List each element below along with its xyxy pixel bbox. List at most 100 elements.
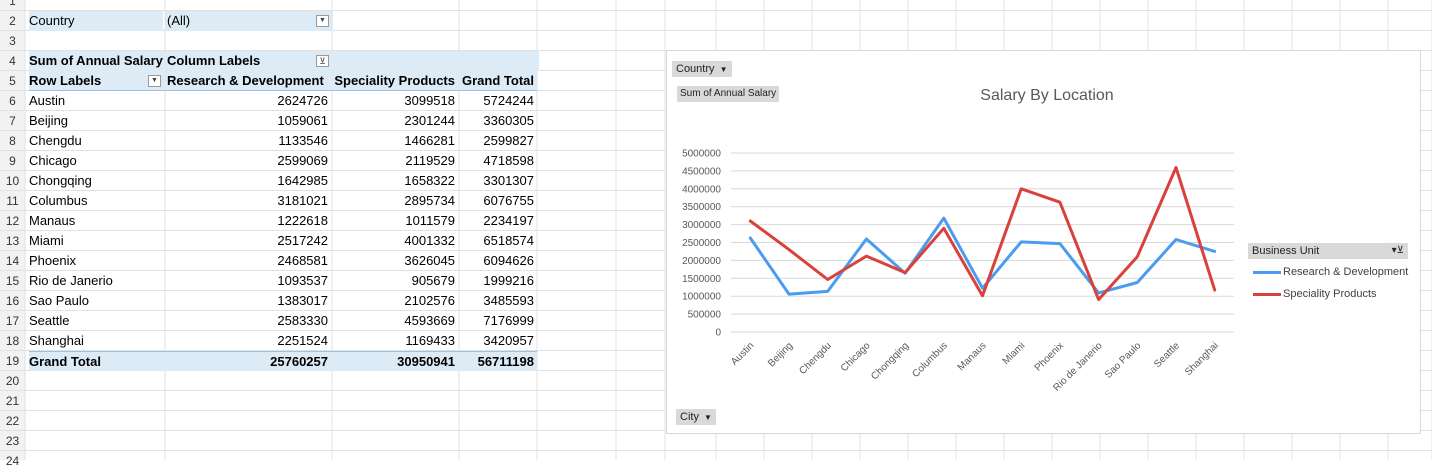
row-number[interactable]: 2 (0, 11, 25, 31)
pivot-cell-rd[interactable]: 1642985 (165, 171, 330, 191)
row-number[interactable]: 18 (0, 331, 25, 351)
row-number[interactable]: 14 (0, 251, 25, 271)
pivot-cell-gt[interactable]: 2599827 (457, 131, 537, 151)
pivot-cell-rd[interactable]: 1383017 (165, 291, 330, 311)
pivot-row-city[interactable]: Seattle (29, 311, 165, 331)
pivot-cell-gt[interactable]: 5724244 (457, 91, 537, 111)
pivot-cell-gt[interactable]: 6094626 (457, 251, 537, 271)
filter-dropdown-icon[interactable]: ▼ (316, 15, 329, 27)
filter-value[interactable]: (All) (165, 11, 333, 31)
pivot-cell-gt[interactable]: 3485593 (457, 291, 537, 311)
grand-total-rd: 25760257 (165, 351, 330, 371)
pivot-row-city[interactable]: Manaus (29, 211, 165, 231)
pivot-cell-sp[interactable]: 2102576 (330, 291, 457, 311)
x-tick-label: Austin (729, 340, 756, 367)
pivot-cell-sp[interactable]: 2119529 (330, 151, 457, 171)
pivot-cell-rd[interactable]: 2599069 (165, 151, 330, 171)
pivot-cell-sp[interactable]: 2301244 (330, 111, 457, 131)
pivot-cell-gt[interactable]: 3301307 (457, 171, 537, 191)
row-number[interactable]: 22 (0, 411, 25, 431)
pivot-chart[interactable]: Country ▼ Sum of Annual Salary Salary By… (666, 50, 1421, 434)
row-number[interactable]: 16 (0, 291, 25, 311)
row-number[interactable]: 20 (0, 371, 25, 391)
chart-city-axis-button[interactable]: City ▼ (676, 409, 716, 425)
legend-item-sp[interactable]: Speciality Products (1253, 287, 1377, 301)
pivot-cell-sp[interactable]: 2895734 (330, 191, 457, 211)
pivot-cell-sp[interactable]: 3099518 (330, 91, 457, 111)
pivot-cell-gt[interactable]: 4718598 (457, 151, 537, 171)
row-number[interactable]: 23 (0, 431, 25, 451)
pivot-cell-rd[interactable]: 2251524 (165, 331, 330, 351)
x-tick-label: Chengdu (797, 340, 833, 376)
pivot-cell-sp[interactable]: 905679 (330, 271, 457, 291)
row-number[interactable]: 19 (0, 351, 25, 371)
x-tick-label: Chicago (839, 340, 873, 374)
pivot-row-city[interactable]: Phoenix (29, 251, 165, 271)
pivot-cell-rd[interactable]: 1133546 (165, 131, 330, 151)
pivot-cell-gt[interactable]: 6518574 (457, 231, 537, 251)
row-number[interactable]: 3 (0, 31, 25, 51)
pivot-cell-gt[interactable]: 6076755 (457, 191, 537, 211)
legend-label-rd: Research & Development (1283, 266, 1408, 278)
y-tick-label: 1500000 (682, 274, 721, 285)
legend-item-rd[interactable]: Research & Development (1253, 265, 1408, 279)
pivot-row-city[interactable]: Miami (29, 231, 165, 251)
chart-legend-title-button[interactable]: Business Unit ▾⊻ (1248, 243, 1408, 259)
pivot-cell-rd[interactable]: 2624726 (165, 91, 330, 111)
x-tick-label: Phoenix (1033, 340, 1066, 373)
legend-label-sp: Speciality Products (1283, 288, 1377, 300)
row-number[interactable]: 1 (0, 0, 25, 11)
y-tick-label: 0 (715, 328, 721, 339)
grand-total-gt: 56711198 (457, 351, 537, 371)
pivot-row-city[interactable]: Sao Paulo (29, 291, 165, 311)
pivot-cell-rd[interactable]: 2517242 (165, 231, 330, 251)
column-filter-icon[interactable]: ⊻ (316, 55, 329, 67)
pivot-row-city[interactable]: Chongqing (29, 171, 165, 191)
pivot-cell-gt[interactable]: 3420957 (457, 331, 537, 351)
pivot-cell-rd[interactable]: 1059061 (165, 111, 330, 131)
row-number[interactable]: 8 (0, 131, 25, 151)
pivot-cell-sp[interactable]: 1169433 (330, 331, 457, 351)
chart-city-axis-label: City (680, 411, 699, 423)
pivot-cell-sp[interactable]: 3626045 (330, 251, 457, 271)
row-number[interactable]: 17 (0, 311, 25, 331)
y-tick-label: 3000000 (682, 220, 721, 231)
col-header-gt: Grand Total (457, 71, 537, 91)
row-number[interactable]: 12 (0, 211, 25, 231)
pivot-cell-rd[interactable]: 1222618 (165, 211, 330, 231)
row-number[interactable]: 10 (0, 171, 25, 191)
col-header-rd: Research & Development (165, 71, 327, 91)
pivot-cell-rd[interactable]: 3181021 (165, 191, 330, 211)
row-number[interactable]: 9 (0, 151, 25, 171)
pivot-cell-sp[interactable]: 1011579 (330, 211, 457, 231)
pivot-cell-rd[interactable]: 1093537 (165, 271, 330, 291)
pivot-cell-sp[interactable]: 4593669 (330, 311, 457, 331)
row-number[interactable]: 5 (0, 71, 25, 91)
row-number[interactable]: 24 (0, 451, 25, 471)
row-number[interactable]: 7 (0, 111, 25, 131)
pivot-row-city[interactable]: Chengdu (29, 131, 165, 151)
pivot-cell-sp[interactable]: 1658322 (330, 171, 457, 191)
pivot-cell-gt[interactable]: 1999216 (457, 271, 537, 291)
row-number[interactable]: 15 (0, 271, 25, 291)
pivot-row-city[interactable]: Beijing (29, 111, 165, 131)
pivot-row-city[interactable]: Chicago (29, 151, 165, 171)
pivot-cell-sp[interactable]: 1466281 (330, 131, 457, 151)
pivot-row-city[interactable]: Columbus (29, 191, 165, 211)
row-number[interactable]: 4 (0, 51, 25, 71)
y-tick-label: 4000000 (682, 184, 721, 195)
pivot-cell-rd[interactable]: 2583330 (165, 311, 330, 331)
pivot-cell-gt[interactable]: 2234197 (457, 211, 537, 231)
pivot-row-city[interactable]: Austin (29, 91, 165, 111)
pivot-cell-sp[interactable]: 4001332 (330, 231, 457, 251)
row-labels-dropdown-icon[interactable]: ▼ (148, 75, 161, 87)
row-number[interactable]: 6 (0, 91, 25, 111)
row-number[interactable]: 11 (0, 191, 25, 211)
row-number[interactable]: 13 (0, 231, 25, 251)
row-number[interactable]: 21 (0, 391, 25, 411)
pivot-cell-gt[interactable]: 3360305 (457, 111, 537, 131)
pivot-cell-rd[interactable]: 2468581 (165, 251, 330, 271)
pivot-cell-gt[interactable]: 7176999 (457, 311, 537, 331)
pivot-row-city[interactable]: Rio de Janerio (29, 271, 165, 291)
pivot-row-city[interactable]: Shanghai (29, 331, 165, 351)
